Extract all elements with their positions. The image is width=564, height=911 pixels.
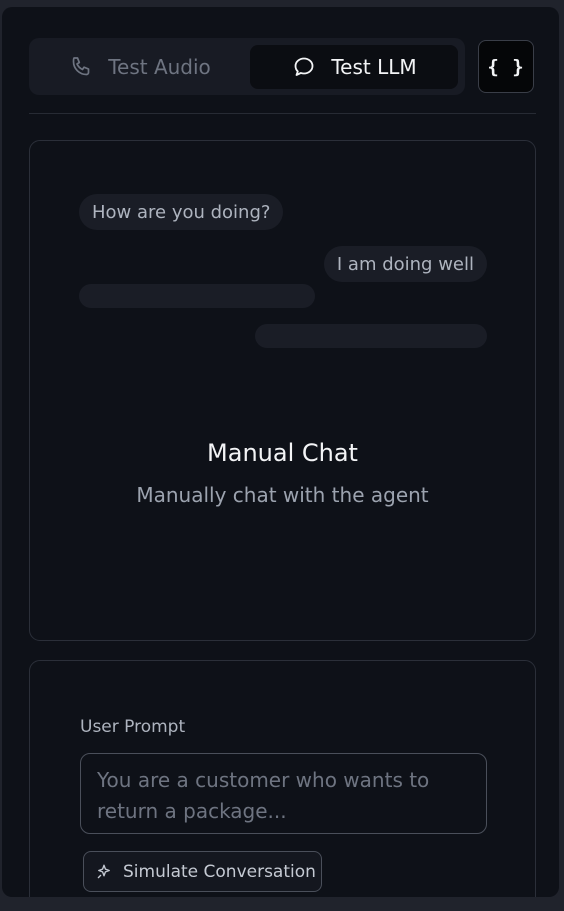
user-message-bubble: How are you doing?	[79, 194, 284, 230]
placeholder-message-left	[79, 284, 315, 308]
test-panel: Test Audio Test LLM { } How are you doin…	[2, 7, 559, 897]
manual-chat-card[interactable]: How are you doing? I am doing well Manua…	[29, 140, 536, 641]
manual-chat-subtitle: Manually chat with the agent	[136, 483, 429, 507]
simulate-conversation-label: Simulate Conversation	[123, 861, 316, 882]
header-divider	[29, 113, 536, 114]
user-prompt-input[interactable]: You are a customer who wants to return a…	[80, 753, 487, 834]
tab-test-audio[interactable]: Test Audio	[37, 45, 242, 89]
json-view-button[interactable]: { }	[478, 40, 534, 93]
sparkle-icon	[94, 862, 114, 882]
tab-test-llm-label: Test LLM	[331, 55, 417, 79]
agent-message-bubble: I am doing well	[323, 246, 487, 282]
braces-icon: { }	[487, 55, 525, 78]
user-prompt-label: User Prompt	[80, 717, 186, 737]
tab-test-llm[interactable]: Test LLM	[250, 45, 458, 89]
simulate-conversation-button[interactable]: Simulate Conversation	[83, 851, 322, 892]
manual-chat-title: Manual Chat	[207, 439, 358, 467]
tab-test-audio-label: Test Audio	[108, 55, 211, 79]
phone-icon	[68, 54, 94, 80]
simulation-card: User Prompt You are a customer who wants…	[29, 660, 536, 897]
test-mode-tabs: Test Audio Test LLM	[29, 38, 465, 95]
placeholder-message-right	[255, 324, 487, 348]
chat-bubble-icon	[291, 54, 317, 80]
